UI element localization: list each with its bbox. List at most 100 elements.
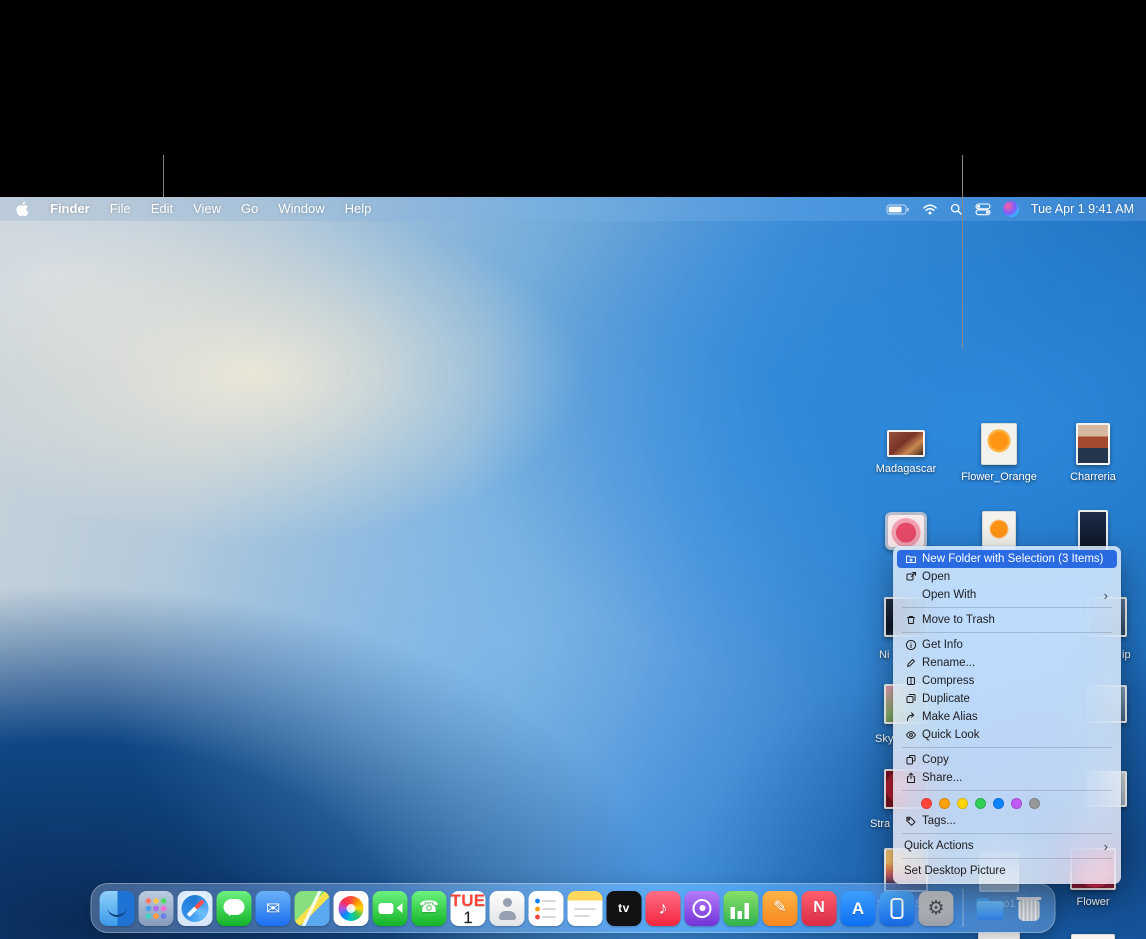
menubar-item-finder[interactable]: Finder <box>40 201 100 216</box>
menu-item-label: Make Alias <box>922 711 1108 723</box>
menu-item-label: Open With <box>922 589 1098 601</box>
desktop-icon-thumbnail[interactable] <box>981 423 1017 465</box>
menu-item-label: Move to Trash <box>922 614 1108 626</box>
wifi-icon[interactable] <box>922 203 938 215</box>
menu-item-duplicate[interactable]: Duplicate <box>897 690 1117 708</box>
menu-item-label: Share... <box>922 772 1108 784</box>
menu-item-label: Duplicate <box>922 693 1108 705</box>
desktop-icon-flower-bee[interactable]: Flower_Bee <box>1033 934 1146 939</box>
dock-maps-icon[interactable] <box>295 891 330 926</box>
dock-safari-icon[interactable] <box>178 891 213 926</box>
dock-numbers-icon[interactable] <box>724 891 759 926</box>
dock-contacts-icon[interactable] <box>490 891 525 926</box>
tag-purple[interactable] <box>1011 798 1022 809</box>
desktop[interactable]: FinderFileEditViewGoWindowHelp Tue Apr 1… <box>0 197 1146 939</box>
desktop-icon-label-partial: Ni <box>879 649 889 661</box>
dock-calendar-icon[interactable]: TUE1 <box>451 891 486 926</box>
dock-news-icon[interactable]: N <box>802 891 837 926</box>
menu-item-make-alias[interactable]: Make Alias <box>897 708 1117 726</box>
dock-reminders-icon[interactable] <box>529 891 564 926</box>
apple-menu-icon[interactable] <box>0 201 40 217</box>
dock-iphone-mirroring-icon[interactable] <box>880 891 915 926</box>
menubar-item-window[interactable]: Window <box>268 201 334 216</box>
menu-item-share[interactable]: Share... <box>897 769 1117 787</box>
menubar-item-go[interactable]: Go <box>231 201 268 216</box>
desktop-icon-thumbnail[interactable] <box>978 932 1020 939</box>
menu-item-label: Set Desktop Picture <box>904 865 1108 877</box>
dock-music-icon[interactable]: ♪ <box>646 891 681 926</box>
desktop-icon-thumbnail[interactable] <box>1076 423 1110 465</box>
desktop-icon-thumbnail[interactable] <box>885 512 927 550</box>
menu-item-quick-actions[interactable]: Quick Actions› <box>897 837 1117 855</box>
music-glyph: ♪ <box>659 899 668 917</box>
dock-mail-icon[interactable]: ✉ <box>256 891 291 926</box>
menu-item-copy[interactable]: Copy <box>897 751 1117 769</box>
callout-line-right <box>962 155 963 349</box>
desktop-icon-label-partial: Stra <box>870 818 890 830</box>
dock-phone-icon[interactable]: ☎ <box>412 891 447 926</box>
menu-item-rename[interactable]: Rename... <box>897 654 1117 672</box>
dock-pages-icon[interactable]: ✎ <box>763 891 798 926</box>
siri-icon[interactable] <box>1003 201 1019 217</box>
menu-tags-row <box>893 794 1121 812</box>
submenu-chevron-icon: › <box>1104 589 1108 602</box>
menubar-clock[interactable]: Tue Apr 1 9:41 AM <box>1031 202 1134 216</box>
menu-item-open-with[interactable]: Open With › <box>897 586 1117 604</box>
dock-photos-icon[interactable] <box>334 891 369 926</box>
dock-notes-icon[interactable] <box>568 891 603 926</box>
callout-line-left <box>163 155 164 197</box>
control-center-icon[interactable] <box>975 203 991 216</box>
menu-separator <box>902 747 1112 748</box>
menu-item-move-to-trash[interactable]: Move to Trash <box>897 611 1117 629</box>
desktop-icon-charreria[interactable]: Charreria <box>1033 423 1146 486</box>
tag-red[interactable] <box>921 798 932 809</box>
menu-item-get-info[interactable]: Get Info <box>897 636 1117 654</box>
menu-item-tags[interactable]: Tags... <box>897 812 1117 830</box>
tag-blue[interactable] <box>993 798 1004 809</box>
new-folder-icon <box>904 553 918 565</box>
dock: ✉ ☎ TUE1 tv ♪ ✎NA ⚙ <box>91 883 1056 933</box>
desktop-icon-thumbnail[interactable] <box>887 430 925 457</box>
menu-item-set-desktop-picture[interactable]: Set Desktop Picture <box>897 862 1117 880</box>
desktop-icon-thumbnail[interactable] <box>1071 934 1115 939</box>
dock-trash-icon[interactable] <box>1012 891 1047 926</box>
desktop-icon-label: Charreria <box>1065 470 1121 486</box>
menu-bar-left: FinderFileEditViewGoWindowHelp <box>0 197 381 221</box>
tag-green[interactable] <box>975 798 986 809</box>
dock-finder-icon[interactable] <box>100 891 135 926</box>
spotlight-search-icon[interactable] <box>950 203 963 216</box>
dock-app-store-icon[interactable]: A <box>841 891 876 926</box>
tag-yellow[interactable] <box>957 798 968 809</box>
menu-item-open[interactable]: Open <box>897 568 1117 586</box>
menubar-item-file[interactable]: File <box>100 201 141 216</box>
dock-podcasts-icon[interactable] <box>685 891 720 926</box>
dock-facetime-icon[interactable] <box>373 891 408 926</box>
menubar-item-help[interactable]: Help <box>335 201 382 216</box>
menu-separator <box>902 790 1112 791</box>
open-icon <box>904 571 918 583</box>
menu-item-compress[interactable]: Compress <box>897 672 1117 690</box>
dock-messages-icon[interactable] <box>217 891 252 926</box>
tag-gray[interactable] <box>1029 798 1040 809</box>
menu-item-label: Rename... <box>922 657 1108 669</box>
desktop-icon-label: Madagascar <box>871 462 942 478</box>
menu-item-label: Quick Actions <box>904 840 1098 852</box>
tag-orange[interactable] <box>939 798 950 809</box>
info-icon <box>904 639 918 651</box>
dock-launchpad-icon[interactable] <box>139 891 174 926</box>
menubar-item-edit[interactable]: Edit <box>141 201 183 216</box>
battery-icon[interactable] <box>886 203 910 216</box>
share-icon <box>904 772 918 784</box>
menu-item-quick-look[interactable]: Quick Look <box>897 726 1117 744</box>
dock-system-settings-icon[interactable]: ⚙ <box>919 891 954 926</box>
desktop-icon-label-partial: Sky <box>875 733 893 745</box>
phone-glyph: ☎ <box>419 900 439 916</box>
dock-downloads-folder-icon[interactable] <box>973 891 1008 926</box>
desktop-icon-thumbnail[interactable] <box>982 511 1016 551</box>
menubar-item-view[interactable]: View <box>183 201 231 216</box>
desktop-icon-label: Flower_Orange <box>956 470 1042 486</box>
dock-tv-icon[interactable]: tv <box>607 891 642 926</box>
menu-item-label: Open <box>922 571 1108 583</box>
menu-separator <box>902 833 1112 834</box>
menu-item-new-folder-with-selection-3-items[interactable]: New Folder with Selection (3 Items) <box>897 550 1117 568</box>
